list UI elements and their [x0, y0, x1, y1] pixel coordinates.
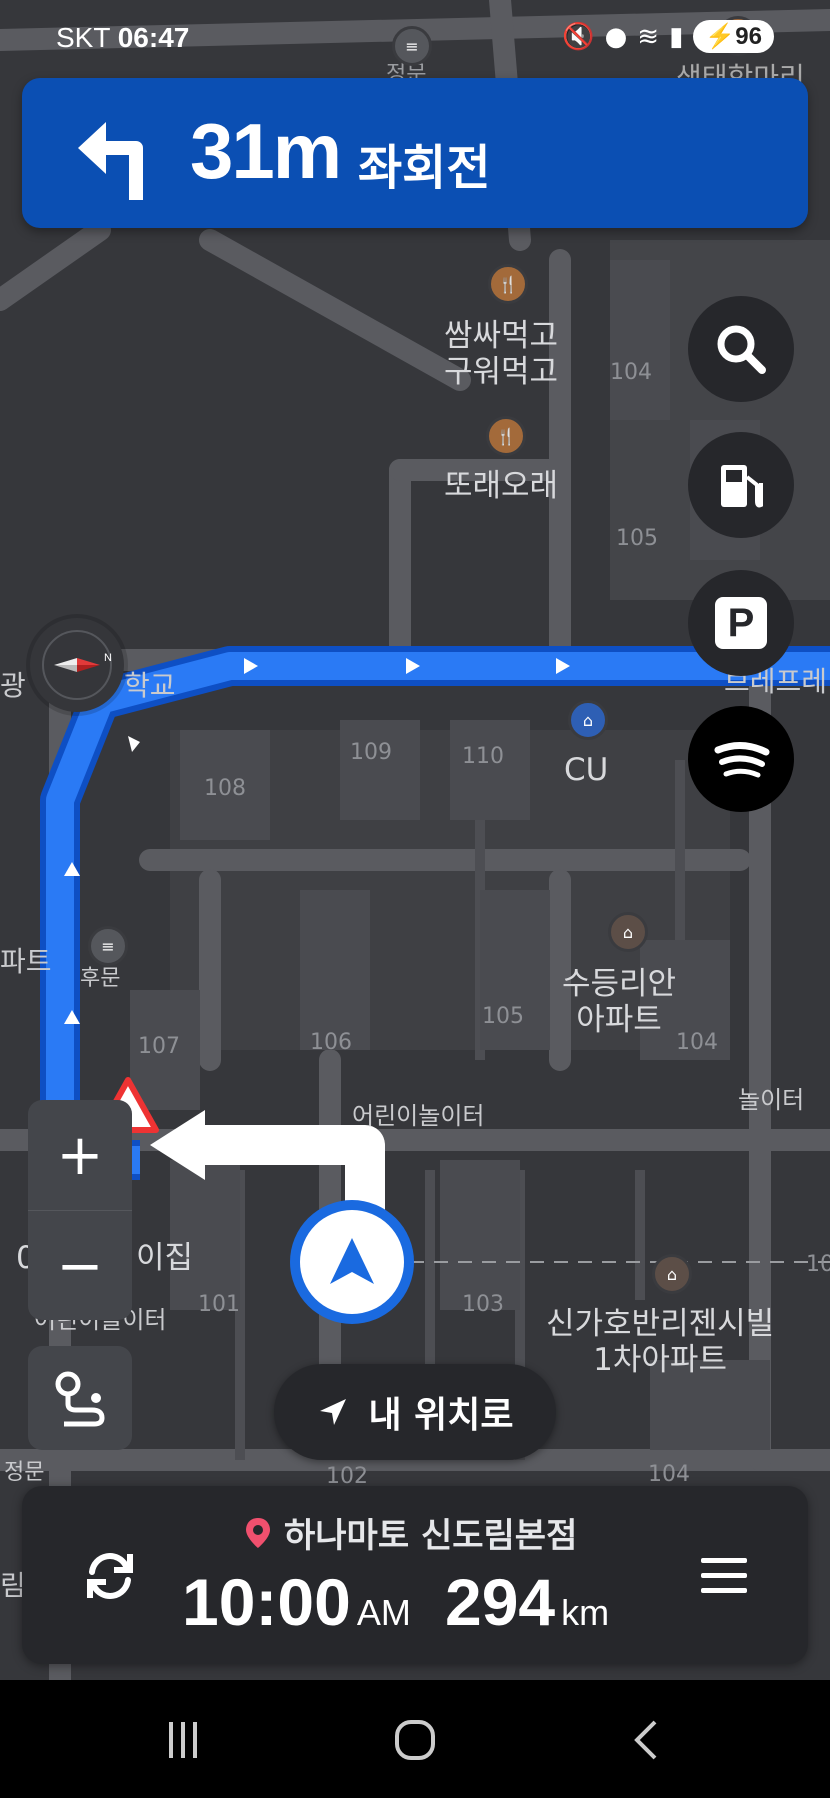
zoom-control: + − [28, 1100, 132, 1320]
menu-button[interactable] [684, 1536, 764, 1616]
signal-icon: ▮ [669, 21, 684, 52]
map-label-school-b: 학교 [124, 669, 176, 702]
map-label-house-name: 이집 [136, 1240, 194, 1276]
map-label-bldg-104c: 104 [648, 1462, 690, 1487]
my-location-label: 내 위치로 [368, 1395, 514, 1436]
home-button[interactable] [370, 1710, 460, 1770]
convenience-store-icon[interactable]: ⌂ [568, 700, 608, 740]
route-icon [55, 1371, 105, 1427]
map-label-bldg-107: 107 [138, 1034, 180, 1059]
gate-poi-icon: ≡ [88, 926, 128, 966]
map-label-bldg-109: 109 [350, 740, 392, 765]
parking-icon: P [715, 597, 767, 649]
gas-station-icon [721, 465, 763, 508]
map-label-bldg-104a: 104 [610, 360, 652, 385]
mute-icon: 🔇 [562, 21, 595, 52]
turn-instruction: 좌회전 [358, 140, 491, 196]
back-icon [634, 1720, 657, 1760]
map-label-bldg-108: 108 [204, 776, 246, 801]
map-label-restaurant-2: 또래오래 [444, 468, 559, 504]
navigation-screen: 정문 생태학마리 쌈싸먹고 구워먹고 또래오래 104 105 광 학교 브레프… [0, 0, 830, 1798]
location-icon: ● [604, 21, 628, 52]
map-label-bldg-105a: 105 [616, 526, 658, 551]
spotify-icon [714, 742, 770, 778]
clock: 06:47 [117, 22, 190, 53]
map-label-playground-3: 어린이놀이터 [352, 1102, 485, 1130]
map-label-apt-singaho: 신가호반리젠시빌 1차아파트 [546, 1306, 775, 1378]
battery-level: 96 [735, 23, 762, 50]
reroute-button[interactable] [70, 1536, 150, 1616]
recent-apps-icon [169, 1722, 197, 1758]
map-label-bldg-105b: 105 [482, 1004, 524, 1029]
trip-summary-card[interactable]: 하나마토 신도림본점 10:00 AM 294 km [22, 1486, 808, 1664]
map-label-bldg-110: 110 [462, 744, 504, 769]
navigation-arrow-icon [330, 1238, 374, 1284]
location-arrow-icon [320, 1399, 347, 1425]
map-label-bldg-106: 106 [310, 1030, 352, 1055]
battery-indicator: ⚡96 [693, 20, 774, 53]
destination-pin-icon [246, 1517, 270, 1548]
back-button[interactable] [602, 1710, 692, 1770]
map-label-restaurant-1: 쌈싸먹고 구워먹고 [444, 318, 559, 390]
refresh-icon [87, 1553, 133, 1599]
compass-button[interactable]: N [30, 618, 124, 712]
eta-time: 10:00 [182, 1565, 351, 1639]
gas-station-button[interactable] [688, 432, 794, 538]
wifi-icon: ≋ [637, 21, 660, 52]
zoom-in-button[interactable]: + [28, 1100, 132, 1210]
recent-apps-button[interactable] [138, 1710, 228, 1770]
map-label-school-a: 광 [0, 669, 26, 702]
map-label-playground-4: 놀이터 [738, 1086, 805, 1114]
turn-instruction-banner[interactable]: 31m 좌회전 [22, 78, 808, 228]
destination: 하나마토 신도림본점 [244, 1508, 577, 1557]
status-right: 🔇 ● ≋ ▮ ⚡96 [562, 20, 774, 53]
turn-left-icon [74, 108, 158, 208]
status-bar: SKT 06:47 🔇 ● ≋ ▮ ⚡96 [0, 0, 830, 76]
map-label-bldg-103: 103 [462, 1292, 504, 1317]
apartment-poi-icon[interactable]: ⌂ [652, 1254, 692, 1294]
svg-text:N: N [104, 652, 112, 664]
destination-name: 하나마토 신도림본점 [284, 1516, 578, 1556]
my-location-button[interactable]: 내 위치로 [274, 1364, 556, 1460]
eta-summary: 10:00 AM 294 km [182, 1564, 609, 1640]
carrier-label: SKT [56, 22, 110, 53]
restaurant-poi-icon[interactable]: 🍴 [486, 416, 526, 456]
map-label-apt-sudeung: 수등리안 아파트 [562, 966, 677, 1038]
map-label-bldg-104b: 104 [676, 1030, 718, 1055]
home-icon [395, 1720, 435, 1760]
turn-distance: 31m [190, 107, 342, 195]
zoom-out-button[interactable]: − [28, 1210, 132, 1320]
route-options-button[interactable] [28, 1346, 132, 1450]
parking-button[interactable]: P [688, 570, 794, 676]
eta-ampm: AM [356, 1592, 411, 1633]
map-label-cu: CU [564, 752, 609, 788]
current-location-marker [290, 1200, 414, 1324]
compass-icon: N [42, 630, 112, 700]
system-navigation-bar [0, 1680, 830, 1798]
search-button[interactable] [688, 296, 794, 402]
map-label-bldg-101: 101 [198, 1292, 240, 1317]
remaining-distance: 294 [445, 1565, 556, 1639]
spotify-button[interactable] [688, 706, 794, 812]
status-left: SKT 06:47 [56, 22, 189, 54]
apartment-poi-icon[interactable]: ⌂ [608, 912, 648, 952]
hamburger-menu-icon [701, 1558, 747, 1593]
map-label-left-part: 파트 [0, 945, 52, 978]
map-label-gate-left: 정문 [4, 1460, 45, 1485]
restaurant-poi-icon[interactable]: 🍴 [488, 264, 528, 304]
map-label-right-10: 10 [806, 1252, 830, 1277]
distance-unit: km [561, 1592, 610, 1633]
search-icon [717, 325, 766, 374]
